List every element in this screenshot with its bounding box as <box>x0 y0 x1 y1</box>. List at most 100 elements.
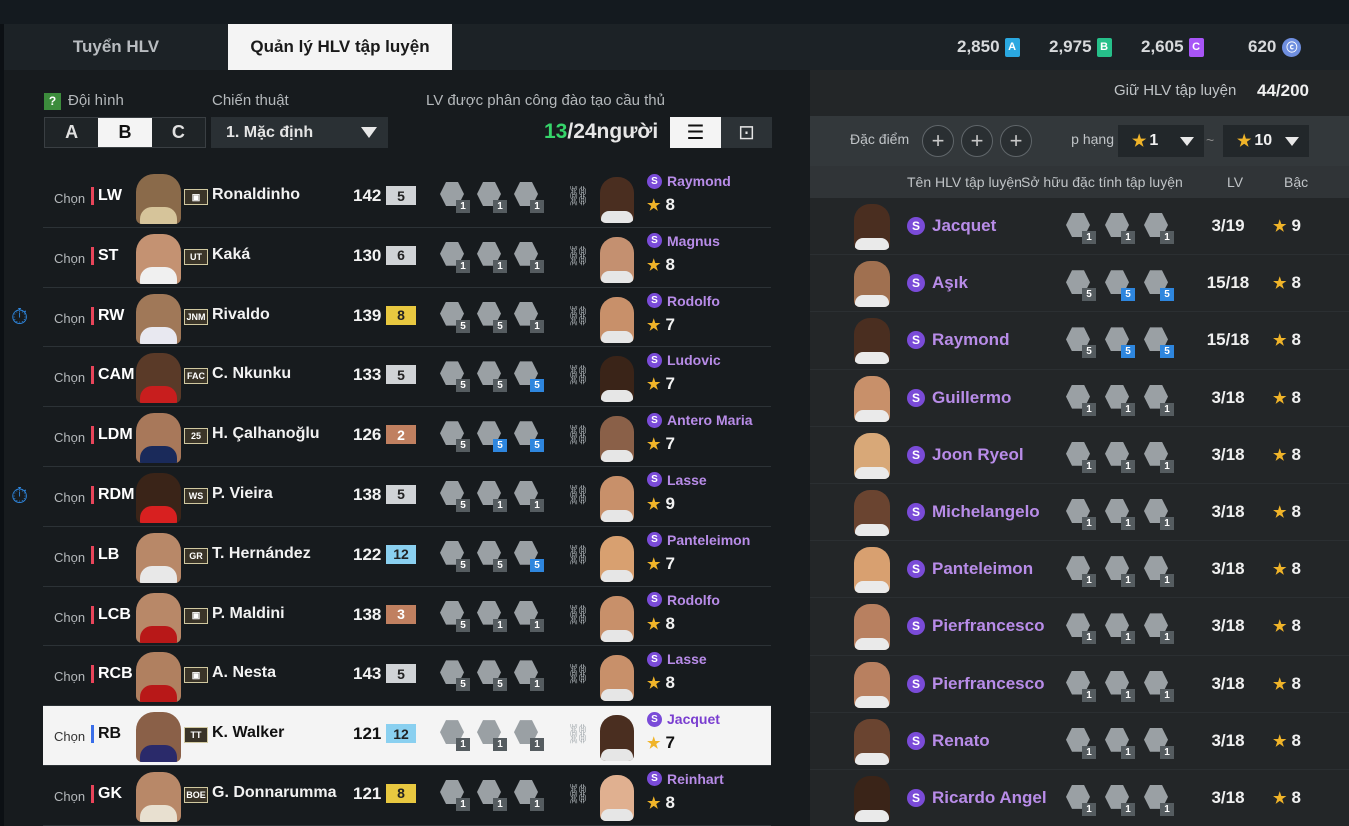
trait-icon[interactable]: 1 <box>477 600 507 632</box>
link-icon[interactable]: ⛓ <box>566 662 590 686</box>
choose-button[interactable]: Chọn <box>54 729 85 744</box>
trait-icon[interactable]: 1 <box>1066 784 1096 816</box>
trait-icon[interactable]: 5 <box>440 660 470 692</box>
link-icon[interactable]: ⛓ <box>566 423 590 447</box>
trait-icon[interactable]: 1 <box>514 600 544 632</box>
choose-button[interactable]: Chọn <box>54 550 85 565</box>
trait-icon[interactable]: 1 <box>1144 213 1174 244</box>
link-icon[interactable]: ⛓ <box>566 722 590 746</box>
trait-icon[interactable]: 1 <box>1144 784 1174 816</box>
coach-name[interactable]: S Reinhart <box>647 771 724 787</box>
trait-icon[interactable]: 5 <box>440 301 470 333</box>
coach-row[interactable]: S Panteleimon 1 1 1 3/18 ★ 8 <box>810 541 1349 599</box>
star-max-dropdown[interactable]: ★ 10 <box>1223 125 1309 157</box>
coach-row[interactable]: S Joon Ryeol 1 1 1 3/18 ★ 8 <box>810 427 1349 484</box>
choose-button[interactable]: Chọn <box>54 311 85 326</box>
player-row[interactable]: Chọn RCB ▣ A. Nesta 143 5 5 5 1 ⛓ S Lasse ★ 8 <box>43 646 771 707</box>
col-trait[interactable]: Sở hữu đặc tính tập luyện <box>1021 174 1183 190</box>
add-trait-filter-button[interactable]: + <box>1000 125 1032 157</box>
player-row[interactable]: Chọn LW ▣ Ronaldinho 142 5 1 1 1 ⛓ S Raymond ★ 8 <box>43 168 771 228</box>
team-a-button[interactable]: A <box>45 118 99 147</box>
coach-row[interactable]: S Raymond 5 5 5 15/18 ★ 8 <box>810 312 1349 370</box>
coach-name[interactable]: S Rodolfo <box>647 293 720 309</box>
coach-row[interactable]: S Renato 1 1 1 3/18 ★ 8 <box>810 713 1349 770</box>
add-trait-filter-button[interactable]: + <box>961 125 993 157</box>
trait-icon[interactable]: 1 <box>1144 498 1174 530</box>
trait-icon[interactable]: 5 <box>477 540 507 572</box>
player-row[interactable]: Chọn LDM 25 H. Çalhanoğlu 126 2 5 5 5 ⛓ S Antero Ma… <box>43 407 771 467</box>
trait-icon[interactable]: 5 <box>440 480 470 512</box>
trait-icon[interactable]: 5 <box>440 540 470 572</box>
trait-icon[interactable]: 1 <box>1066 613 1096 645</box>
trait-icon[interactable]: 1 <box>514 241 544 273</box>
coach-name[interactable]: S Lasse <box>647 651 707 667</box>
coach-name[interactable]: S Magnus <box>647 233 720 249</box>
player-row[interactable]: Chọn CAM FAC C. Nkunku 133 5 5 5 5 ⛓ S Ludovic ★ 7 <box>43 347 771 408</box>
choose-button[interactable]: Chọn <box>54 669 85 684</box>
trait-icon[interactable]: 1 <box>1066 384 1096 416</box>
coach-name[interactable]: S Lasse <box>647 472 707 488</box>
help-icon[interactable]: ? <box>44 93 61 110</box>
col-coach-name[interactable]: Tên HLV tập luyện <box>907 174 1022 190</box>
link-icon[interactable]: ⛓ <box>566 363 590 387</box>
trait-icon[interactable]: 1 <box>477 720 507 752</box>
player-row[interactable]: Chọn LB GR T. Hernández 122 12 5 5 5 ⛓ S Panteleimo… <box>43 527 771 587</box>
trait-icon[interactable]: 5 <box>440 361 470 393</box>
trait-icon[interactable]: 1 <box>1066 498 1096 530</box>
coach-name[interactable]: S Rodolfo <box>647 592 720 608</box>
trait-icon[interactable]: 5 <box>477 660 507 692</box>
col-lv[interactable]: LV <box>1227 174 1243 190</box>
trait-icon[interactable]: 1 <box>1105 213 1135 244</box>
coach-row[interactable]: S Aşık 5 5 5 15/18 ★ 8 <box>810 255 1349 313</box>
trait-icon[interactable]: 1 <box>1105 784 1135 816</box>
coach-name[interactable]: S Raymond <box>647 173 731 189</box>
coach-name[interactable]: S Jacquet <box>647 711 720 727</box>
trait-icon[interactable]: 5 <box>477 361 507 393</box>
trait-icon[interactable]: 1 <box>1105 727 1135 759</box>
choose-button[interactable]: Chọn <box>54 370 85 385</box>
trait-icon[interactable]: 1 <box>1144 670 1174 702</box>
trait-icon[interactable]: 1 <box>477 182 507 213</box>
timer-icon[interactable]: ⏱ <box>11 483 28 509</box>
coach-row[interactable]: S Michelangelo 1 1 1 3/18 ★ 8 <box>810 484 1349 542</box>
trait-icon[interactable]: 5 <box>1144 327 1174 359</box>
link-icon[interactable]: ⛓ <box>566 184 590 208</box>
trait-icon[interactable]: 1 <box>1144 441 1174 473</box>
link-icon[interactable]: ⛓ <box>566 782 590 806</box>
trait-icon[interactable]: 5 <box>1105 327 1135 359</box>
choose-button[interactable]: Chọn <box>54 191 85 206</box>
choose-button[interactable]: Chọn <box>54 251 85 266</box>
link-icon[interactable]: ⛓ <box>566 304 590 328</box>
coach-row[interactable]: S Pierfrancesco 1 1 1 3/18 ★ 8 <box>810 598 1349 656</box>
player-row[interactable]: Chọn RDM WS P. Vieira 138 5 5 1 1 ⛓ S Lasse ★ 9 <box>43 467 771 527</box>
link-icon[interactable]: ⛓ <box>566 603 590 627</box>
link-icon[interactable]: ⛓ <box>566 543 590 567</box>
player-row[interactable]: Chọn ST UT Kaká 130 6 1 1 1 ⛓ S Magnus ★ 8 <box>43 228 771 288</box>
player-row[interactable]: Chọn GK BOE G. Donnarumma 121 8 1 1 1 ⛓ S Reinhart ★… <box>43 766 771 826</box>
coach-row[interactable]: S Guillermo 1 1 1 3/18 ★ 8 <box>810 370 1349 427</box>
trait-icon[interactable]: 1 <box>514 480 544 512</box>
trait-icon[interactable]: 1 <box>1105 498 1135 530</box>
team-b-button[interactable]: B <box>98 118 152 147</box>
trait-icon[interactable]: 5 <box>440 600 470 632</box>
coach-row[interactable]: S Ricardo Angel 1 1 1 3/18 ★ 8 <box>810 770 1349 826</box>
trait-icon[interactable]: 1 <box>440 241 470 273</box>
trait-icon[interactable]: 5 <box>514 361 544 393</box>
trait-icon[interactable]: 1 <box>440 720 470 752</box>
trait-icon[interactable]: 1 <box>1144 613 1174 645</box>
col-grade[interactable]: Bậc <box>1284 174 1308 190</box>
player-row[interactable]: Chọn RB TT K. Walker 121 12 1 1 1 ⛓ S Jacquet ★ 7 <box>43 706 771 766</box>
trait-icon[interactable]: 5 <box>440 421 470 453</box>
player-row[interactable]: Chọn RW JNM Rivaldo 139 8 5 5 1 ⛓ S Rodolfo ★ 7 <box>43 288 771 348</box>
trait-icon[interactable]: 1 <box>1144 384 1174 416</box>
trait-icon[interactable]: 1 <box>440 182 470 213</box>
trait-icon[interactable]: 1 <box>1066 556 1096 588</box>
trait-icon[interactable]: 1 <box>1066 670 1096 702</box>
coach-row[interactable]: S Pierfrancesco 1 1 1 3/18 ★ 8 <box>810 656 1349 713</box>
tab-recruit-coach[interactable]: Tuyển HLV <box>4 24 228 70</box>
trait-icon[interactable]: 1 <box>1066 441 1096 473</box>
trait-icon[interactable]: 5 <box>1066 270 1096 302</box>
player-row[interactable]: Chọn LCB ▣ P. Maldini 138 3 5 1 1 ⛓ S Rodolfo ★ 8 <box>43 587 771 647</box>
trait-icon[interactable]: 1 <box>477 241 507 273</box>
add-trait-filter-button[interactable]: + <box>922 125 954 157</box>
